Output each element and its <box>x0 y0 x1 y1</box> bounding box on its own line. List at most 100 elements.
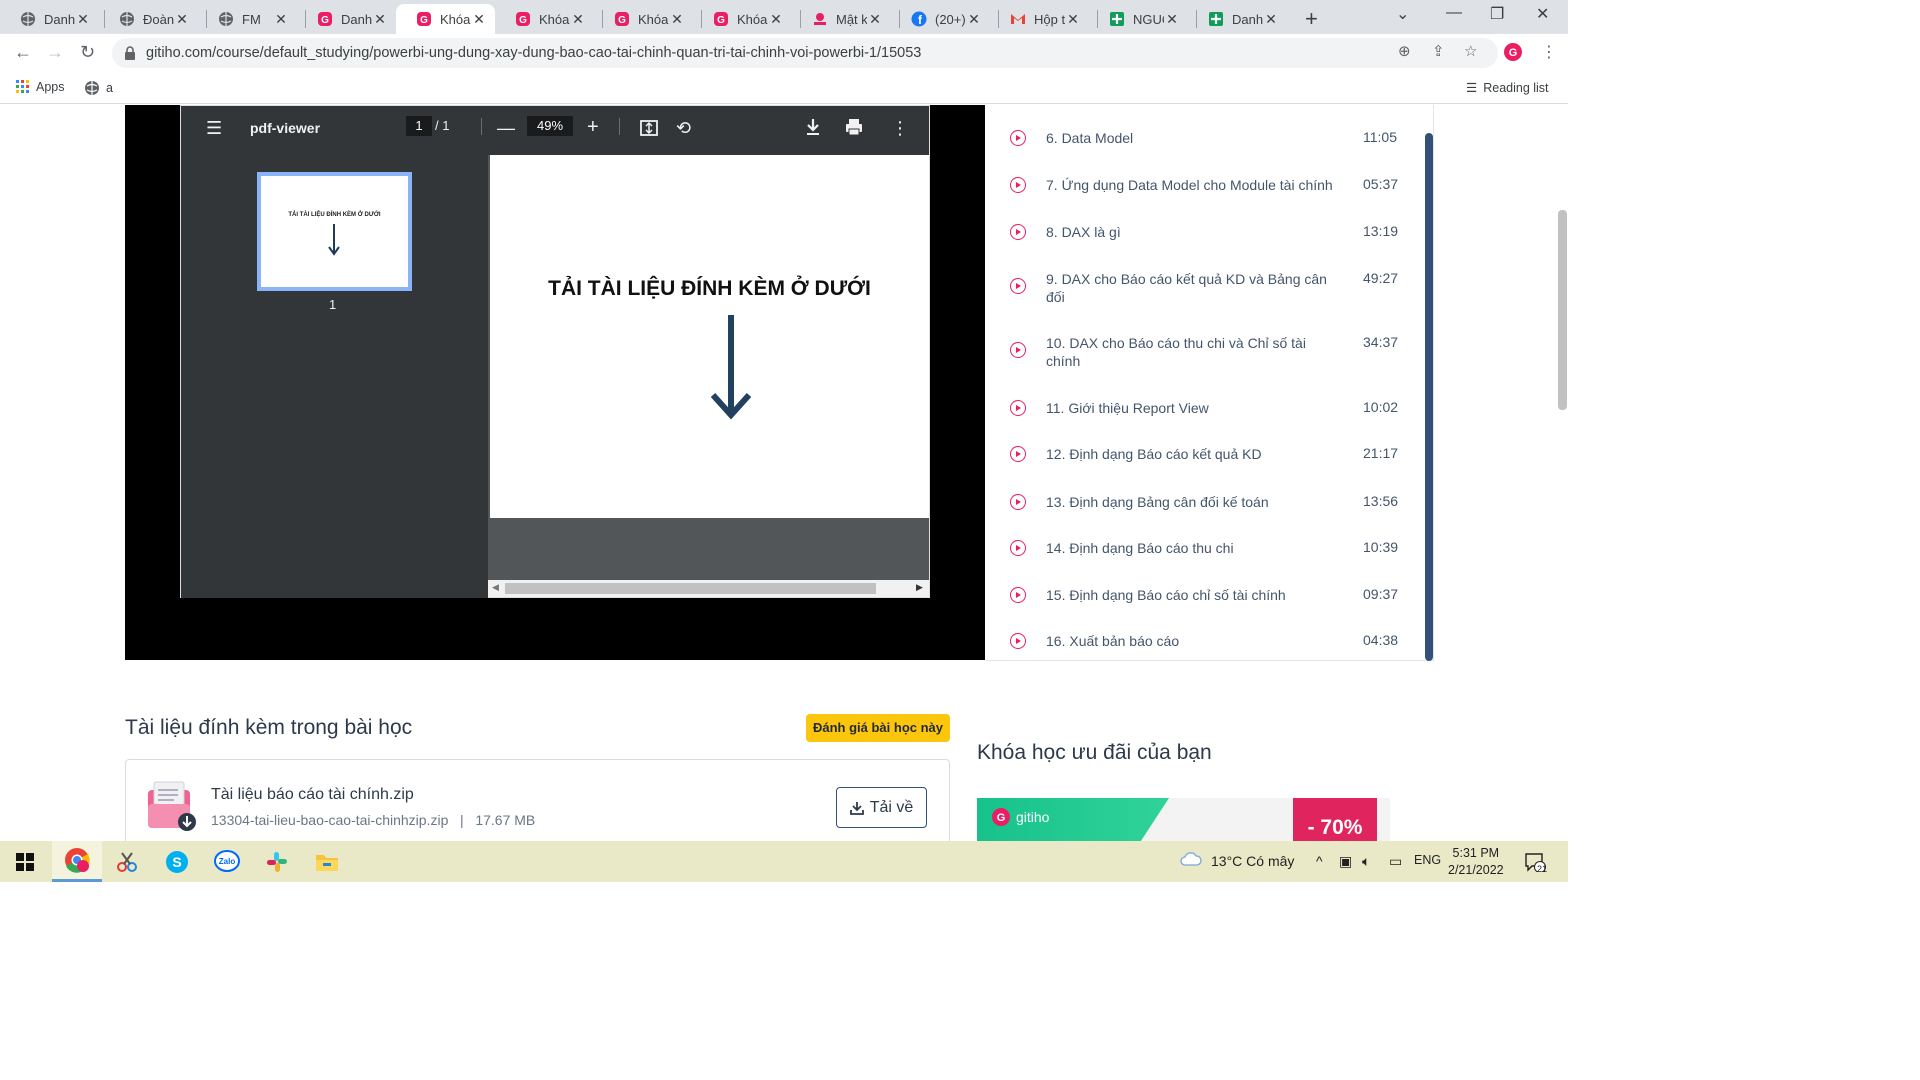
new-tab-plus-icon[interactable]: + <box>1305 6 1318 32</box>
tab-title: FM <box>242 11 261 27</box>
zoom-level-input[interactable]: 49% <box>527 116 573 136</box>
down-arrow-icon <box>328 224 340 256</box>
close-icon[interactable]: ✕ <box>75 11 91 28</box>
lesson-item[interactable]: 12. Định dạng Báo cáo kết quả KD 21:17 <box>1010 445 1410 463</box>
page-scrollbar-thumb[interactable] <box>1558 210 1567 410</box>
close-icon[interactable]: ✕ <box>1065 11 1081 28</box>
taskbar-snip[interactable] <box>102 841 152 882</box>
download-button[interactable]: Tải về <box>836 787 927 828</box>
playlist-scrollbar[interactable] <box>1425 133 1433 661</box>
clock[interactable]: 5:31 PM 2/21/2022 <box>1448 845 1504 879</box>
tab[interactable]: G Khóa ✕ <box>594 4 693 34</box>
lesson-item[interactable]: 7. Ứng dụng Data Model cho Module tài ch… <box>1010 176 1410 194</box>
play-circle-icon <box>1010 587 1026 603</box>
promo-card[interactable]: G gitiho - 70% <box>977 798 1390 842</box>
network-icon[interactable]: ▣ <box>1339 853 1352 870</box>
lesson-item[interactable]: 14. Định dạng Báo cáo thu chi 10:39 <box>1010 539 1410 557</box>
horizontal-scrollbar[interactable]: ◀ ▶ <box>488 580 929 597</box>
apps-grid-icon <box>16 80 29 93</box>
lesson-item[interactable]: 15. Định dạng Báo cáo chỉ số tài chính 09… <box>1010 586 1410 604</box>
close-icon[interactable]: ✕ <box>1164 11 1180 28</box>
lesson-duration: 09:37 <box>1363 586 1399 602</box>
battery-icon[interactable]: ▭ <box>1389 853 1402 870</box>
taskbar-slack[interactable] <box>252 841 302 882</box>
tab-search-chevron-icon[interactable]: ⌄ <box>1396 4 1409 24</box>
menu-icon[interactable]: ☰ <box>206 118 222 139</box>
close-icon[interactable]: ✕ <box>570 11 586 28</box>
address-bar[interactable]: gitiho.com/course/default_studying/power… <box>112 38 1498 68</box>
reading-list[interactable]: ☰ Reading list <box>1466 80 1549 96</box>
lesson-item[interactable]: 13. Định dạng Bảng cân đối kế toán 13:56 <box>1010 493 1410 511</box>
rotate-icon[interactable]: ⟲ <box>676 118 691 139</box>
taskbar-zalo[interactable]: Zalo <box>202 841 252 882</box>
close-icon[interactable]: ✕ <box>471 11 487 28</box>
zoom-out-icon[interactable]: — <box>497 118 515 139</box>
more-vertical-icon[interactable]: ⋮ <box>1541 42 1557 62</box>
close-icon[interactable]: ✕ <box>768 11 784 28</box>
taskbar-chrome[interactable] <box>52 841 102 882</box>
zoom-icon[interactable]: ⊕ <box>1398 42 1411 60</box>
reload-icon[interactable]: ↻ <box>80 42 95 63</box>
back-arrow-icon[interactable]: ← <box>14 42 32 63</box>
bookmark-item[interactable]: a <box>84 80 113 96</box>
lesson-item[interactable]: 6. Data Model 11:05 <box>1010 129 1410 147</box>
taskbar: S Zalo 13°C Có mây ^ ▣ 🔈︎ ▭ ENG 5:31 PM … <box>0 841 1568 882</box>
tab[interactable]: NGUỒ✕ <box>1089 4 1188 34</box>
close-icon[interactable]: ✕ <box>372 11 388 28</box>
tab[interactable]: Danh ✕ <box>0 4 99 34</box>
tab[interactable]: FM ✕ <box>198 4 297 34</box>
tab[interactable]: Mật k ✕ <box>792 4 891 34</box>
tab[interactable]: G Khóa ✕ <box>495 4 594 34</box>
close-icon[interactable]: ✕ <box>174 11 190 28</box>
rate-lesson-button[interactable]: Đánh giá bài học này <box>806 714 950 742</box>
tab[interactable]: f (20+) ✕ <box>891 4 990 34</box>
close-icon[interactable]: ✕ <box>669 11 685 28</box>
url-text[interactable]: gitiho.com/course/default_studying/power… <box>146 45 921 61</box>
window-close-icon[interactable]: ✕ <box>1536 4 1549 24</box>
tab[interactable]: Danh ✕ <box>1188 4 1287 34</box>
minimize-icon[interactable]: — <box>1446 4 1462 22</box>
page-number-input[interactable]: 1 <box>406 116 432 136</box>
tab[interactable]: G Danh ✕ <box>297 4 396 34</box>
lesson-item[interactable]: 8. DAX là gì 13:19 <box>1010 223 1410 241</box>
close-icon[interactable]: ✕ <box>867 11 883 28</box>
lesson-item[interactable]: 9. DAX cho Báo cáo kết quả KD và Bảng câ… <box>1010 270 1410 306</box>
tab-active[interactable]: G Khóa ✕ <box>396 4 495 34</box>
lesson-item[interactable]: 11. Giới thiệu Report View 10:02 <box>1010 399 1410 417</box>
close-icon[interactable]: ✕ <box>966 11 982 28</box>
page-thumbnail[interactable]: TẢI TÀI LIỆU ĐÍNH KÈM Ở DƯỚI <box>257 172 412 291</box>
more-vertical-icon[interactable]: ⋮ <box>891 118 909 139</box>
tab-title: (20+) <box>935 11 966 27</box>
maximize-icon[interactable]: ❐ <box>1490 4 1504 24</box>
close-icon[interactable]: ✕ <box>1263 11 1279 28</box>
tab[interactable]: Hộp t ✕ <box>990 4 1089 34</box>
lesson-item[interactable]: 16. Xuất bản báo cáo 04:38 <box>1010 632 1410 650</box>
weather-text[interactable]: 13°C Có mây <box>1211 853 1294 869</box>
gitiho-icon: G <box>317 11 333 27</box>
lesson-item[interactable]: 10. DAX cho Báo cáo thu chi và Chỉ số tà… <box>1010 334 1410 370</box>
print-icon[interactable] <box>845 118 863 141</box>
zoom-in-icon[interactable]: + <box>587 116 599 139</box>
share-icon[interactable]: ⇪ <box>1432 42 1445 60</box>
scroll-left-icon[interactable]: ◀ <box>492 582 499 593</box>
tab-title: Mật k <box>836 11 867 27</box>
tray-chevron-icon[interactable]: ^ <box>1316 853 1323 869</box>
windows-start-button[interactable] <box>0 841 50 882</box>
attachment-name[interactable]: Tài liệu báo cáo tài chính.zip <box>211 786 414 804</box>
scroll-right-icon[interactable]: ▶ <box>916 582 923 593</box>
gitiho-small-icon <box>812 11 828 27</box>
fit-page-icon[interactable] <box>639 118 659 143</box>
tab[interactable]: G Khóa ✕ <box>693 4 792 34</box>
profile-avatar[interactable]: G <box>1503 42 1523 67</box>
close-icon[interactable]: ✕ <box>273 11 289 28</box>
tab[interactable]: Đoàn ✕ <box>99 4 198 34</box>
taskbar-skype[interactable]: S <box>152 841 202 882</box>
bookmark-apps[interactable]: Apps <box>16 80 65 94</box>
scrollbar-thumb[interactable] <box>505 583 876 594</box>
forward-arrow-icon[interactable]: → <box>46 42 64 63</box>
volume-icon[interactable]: 🔈︎ <box>1362 853 1370 870</box>
bookmark-star-icon[interactable]: ☆ <box>1464 42 1477 60</box>
language-indicator[interactable]: ENG <box>1414 853 1441 867</box>
taskbar-file-explorer[interactable] <box>302 841 352 882</box>
download-icon[interactable] <box>805 118 821 141</box>
